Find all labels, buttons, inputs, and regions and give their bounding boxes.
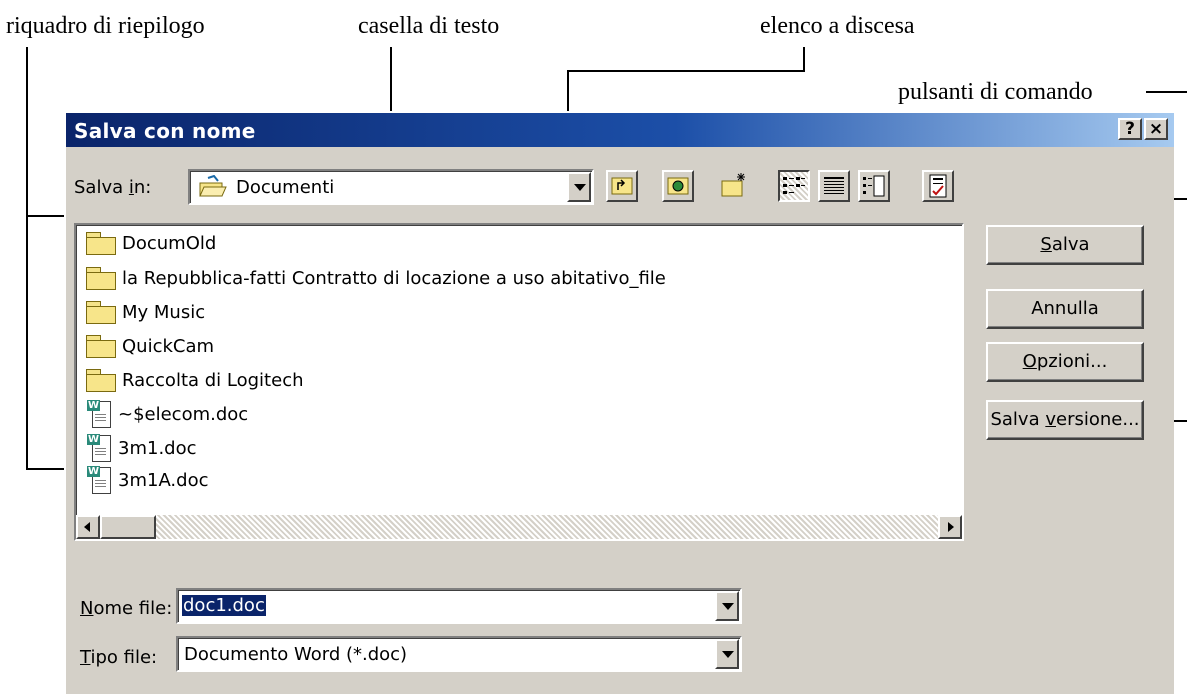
word-document-icon: W [86, 399, 112, 429]
folder-icon [86, 232, 116, 255]
help-button[interactable]: ? [1118, 118, 1142, 140]
folder-icon [86, 267, 116, 290]
annotation-summary-pane: riquadro di riepilogo [6, 13, 205, 39]
folder-item[interactable]: la Repubblica-fatti Contratto di locazio… [86, 263, 666, 293]
folder-item[interactable]: My Music [86, 297, 205, 327]
properties-view-icon[interactable] [858, 170, 890, 202]
file-name: la Repubblica-fatti Contratto di locazio… [122, 267, 666, 289]
list-view-icon[interactable] [778, 170, 810, 202]
file-item[interactable]: W ~$elecom.doc [86, 399, 248, 429]
file-name: 3m1.doc [118, 437, 197, 459]
scroll-right-button[interactable] [938, 515, 962, 539]
folder-item[interactable]: QuickCam [86, 331, 214, 361]
save-in-dropdown-arrow[interactable] [567, 172, 591, 202]
save-in-label: Salva in: [74, 177, 152, 198]
leader-line [26, 47, 28, 470]
cancel-button[interactable]: Annulla [986, 289, 1144, 329]
file-item[interactable]: W 3m1.doc [86, 433, 197, 463]
filetype-value: Documento Word (*.doc) [184, 644, 408, 665]
filename-dropdown-arrow[interactable] [715, 591, 739, 621]
save-button[interactable]: Salva [986, 225, 1144, 265]
file-item[interactable]: W 3m1A.doc [86, 465, 209, 495]
folder-icon [86, 335, 116, 358]
file-name: My Music [122, 301, 206, 323]
file-list-pane[interactable]: W 3m1A.doc W 3m1.doc W ~$elecom.doc Raccolta d… [74, 223, 964, 541]
title-bar[interactable]: Salva con nome ? × [66, 113, 1174, 147]
save-as-dialog: Salva con nome ? × Salva in: Documenti W… [64, 111, 1174, 694]
save-in-value: Documenti [236, 177, 335, 198]
tools-icon[interactable] [922, 170, 954, 202]
new-folder-icon[interactable] [718, 170, 750, 202]
file-name: QuickCam [122, 335, 215, 357]
annotation-dropdown-list: elenco a discesa [760, 13, 915, 39]
file-name: 3m1A.doc [118, 469, 209, 491]
leader-line [1146, 91, 1187, 93]
word-document-icon: W [86, 433, 112, 463]
folder-icon [86, 301, 116, 324]
folder-icon [86, 369, 116, 392]
filename-input[interactable]: doc1.doc [176, 588, 742, 624]
file-name: ~$elecom.doc [118, 403, 249, 425]
up-one-level-icon[interactable] [606, 170, 638, 202]
filetype-dropdown-arrow[interactable] [715, 639, 739, 669]
folder-item[interactable]: Raccolta di Logitech [86, 365, 304, 395]
annotation-text-box: casella di testo [358, 13, 500, 39]
annotation-command-buttons: pulsanti di comando [898, 79, 1093, 105]
filename-value[interactable]: doc1.doc [182, 595, 266, 616]
leader-line [567, 70, 805, 72]
close-button[interactable]: × [1144, 118, 1168, 140]
filename-label: Nome file: [80, 598, 173, 619]
dialog-title: Salva con nome [74, 119, 256, 143]
save-in-dropdown[interactable]: Documenti [188, 169, 594, 205]
filetype-label: Tipo file: [80, 647, 158, 668]
search-web-icon[interactable] [662, 170, 694, 202]
open-folder-icon [198, 174, 228, 199]
file-name: DocumOld [122, 232, 217, 254]
word-document-icon: W [86, 465, 112, 495]
options-button[interactable]: Opzioni... [986, 342, 1144, 382]
folder-item[interactable]: DocumOld [86, 228, 216, 258]
filetype-dropdown[interactable]: Documento Word (*.doc) [176, 636, 742, 672]
leader-line [803, 47, 805, 72]
file-name: Raccolta di Logitech [122, 369, 304, 391]
save-version-button[interactable]: Salva versione... [986, 400, 1144, 440]
horizontal-scrollbar[interactable] [76, 515, 962, 539]
scroll-left-button[interactable] [76, 515, 100, 539]
details-view-icon[interactable] [818, 170, 850, 202]
scroll-thumb[interactable] [100, 515, 156, 539]
